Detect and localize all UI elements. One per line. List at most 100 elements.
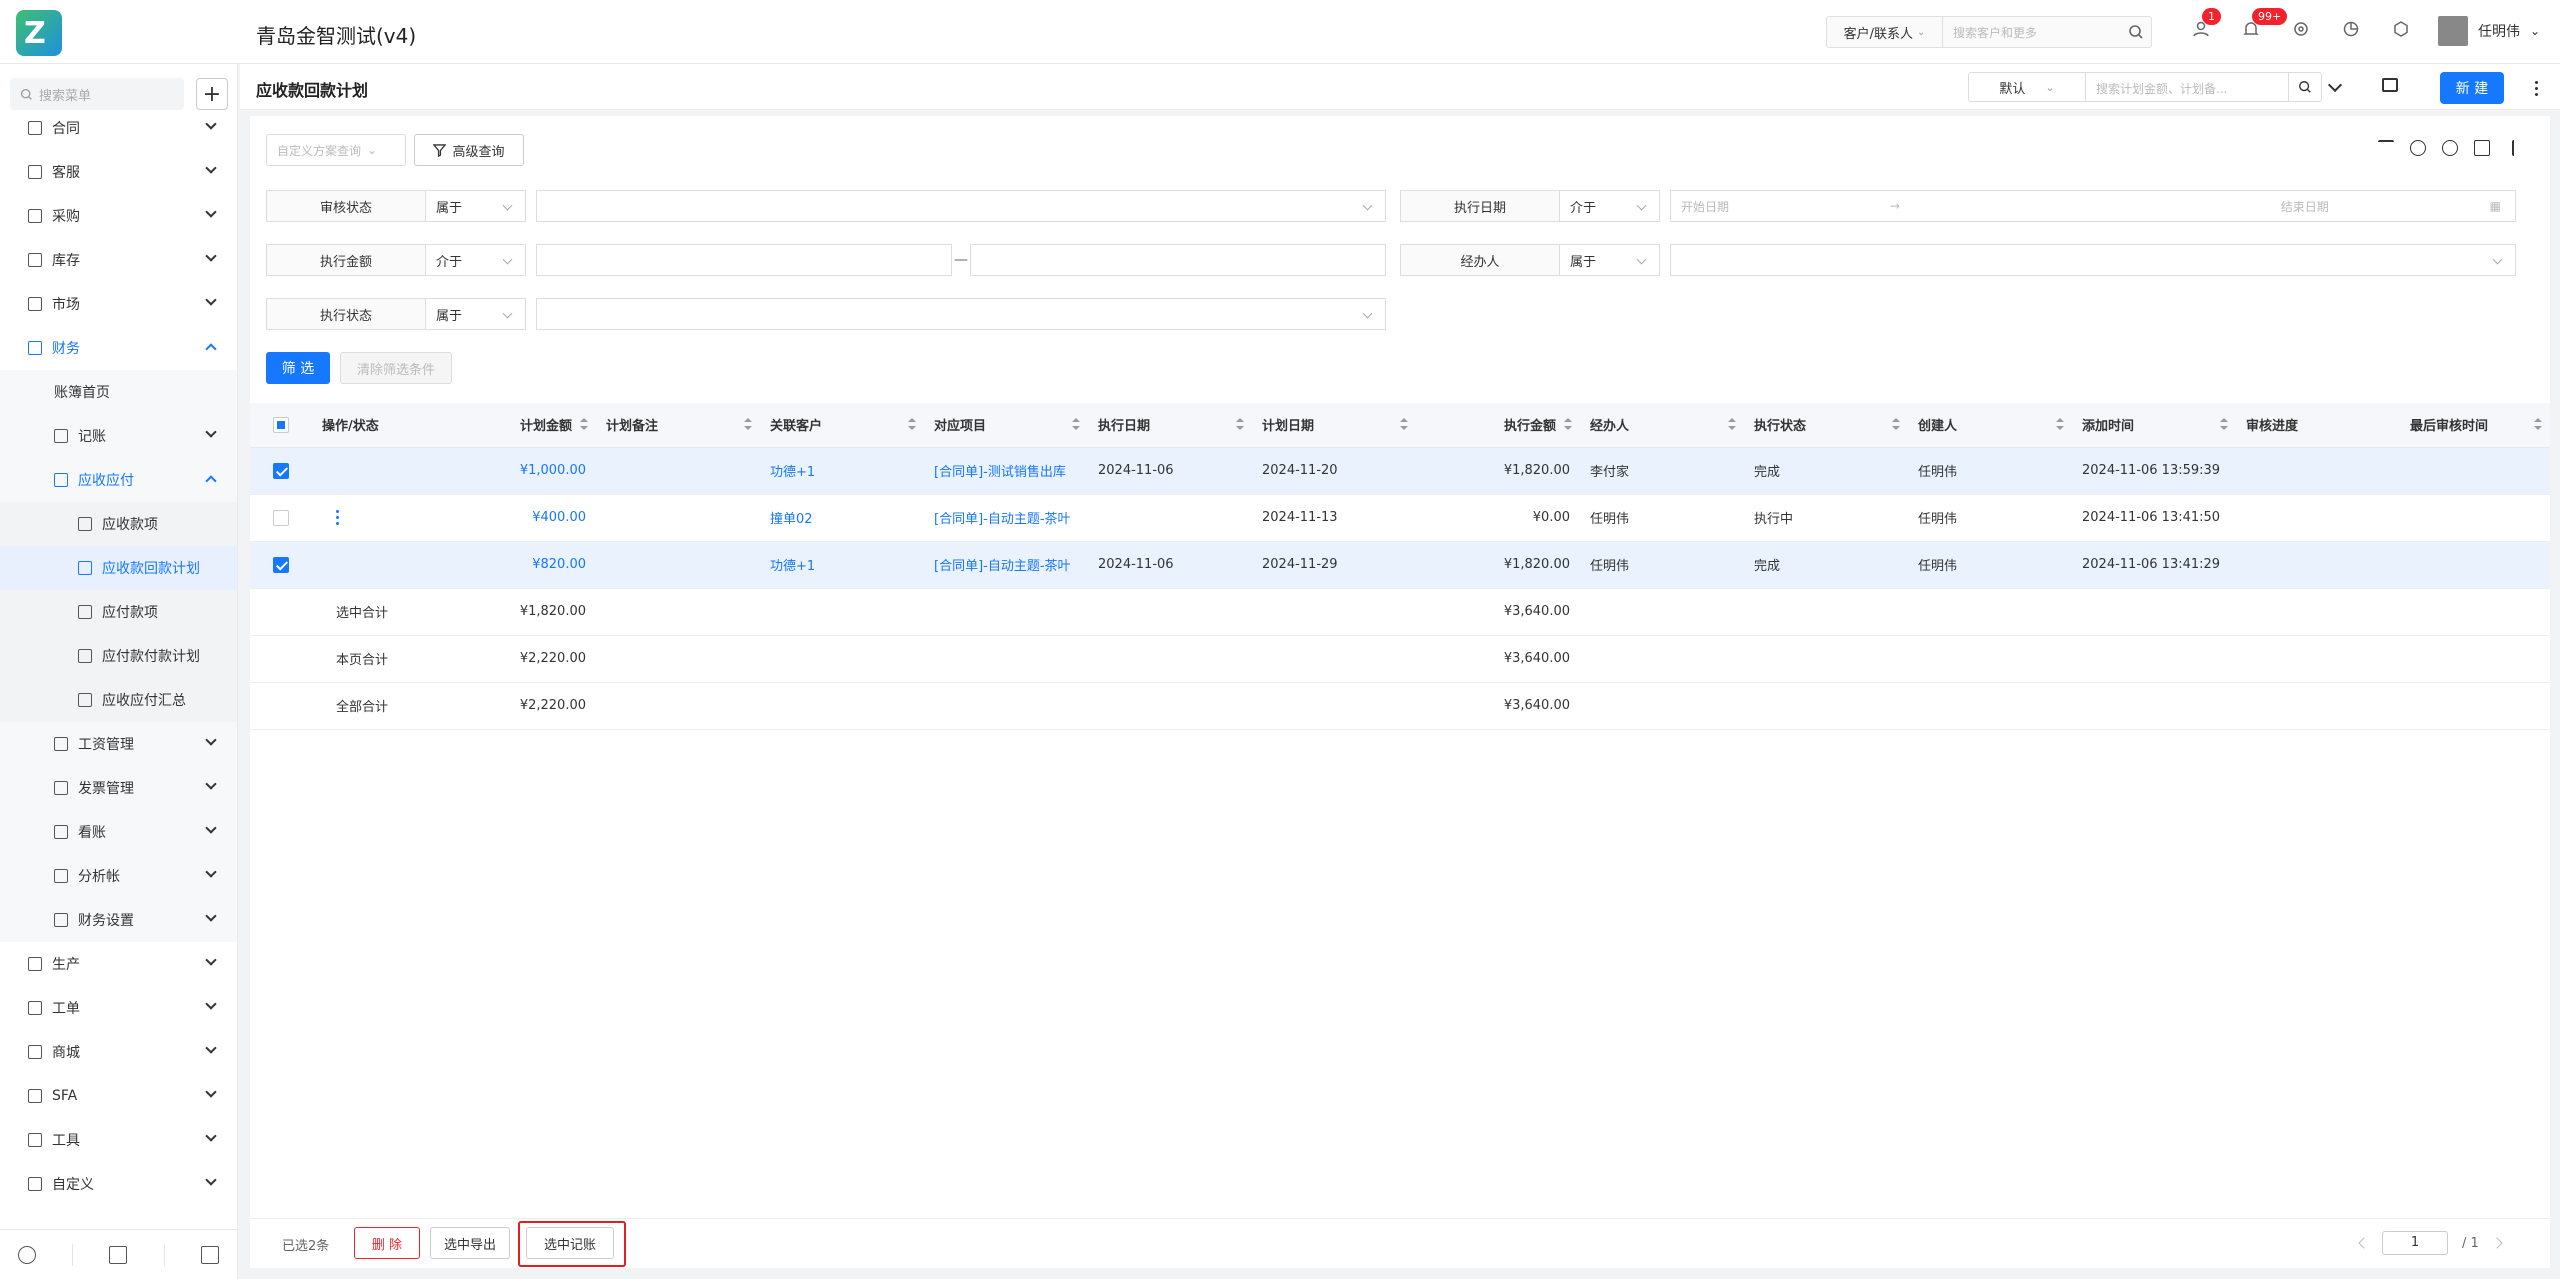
view-select[interactable]: 默认 ⌄ bbox=[1968, 72, 2086, 102]
col-header[interactable]: 执行日期 bbox=[1088, 403, 1252, 448]
contacts-icon[interactable]: 1 bbox=[2190, 8, 2221, 40]
sort-icon[interactable] bbox=[1892, 418, 1900, 432]
chevron-icon[interactable] bbox=[205, 998, 217, 1010]
cell-amount[interactable]: ¥400.00 bbox=[432, 494, 596, 542]
col-header[interactable]: 执行状态 bbox=[1744, 403, 1908, 448]
chevron-icon[interactable] bbox=[205, 910, 217, 922]
row-checkbox[interactable] bbox=[250, 447, 312, 495]
sort-icon[interactable] bbox=[2534, 418, 2542, 432]
chevron-icon[interactable] bbox=[205, 778, 217, 790]
delete-button[interactable]: 删 除 bbox=[354, 1227, 420, 1259]
select-all-checkbox[interactable] bbox=[250, 403, 312, 448]
start-date-input[interactable]: 开始日期 bbox=[1681, 198, 1729, 215]
sidebar-item-1[interactable]: 客服 bbox=[0, 150, 237, 194]
fullscreen-icon[interactable] bbox=[2474, 140, 2490, 156]
sidebar-item-20[interactable]: 工单 bbox=[0, 986, 237, 1030]
chevron-icon[interactable] bbox=[205, 1042, 217, 1054]
collapse-menu-icon[interactable] bbox=[200, 1245, 219, 1264]
col-header[interactable]: 执行金额 bbox=[1416, 403, 1580, 448]
row-actions[interactable] bbox=[312, 494, 432, 542]
sort-icon[interactable] bbox=[1072, 418, 1080, 432]
row-height-icon[interactable] bbox=[2512, 140, 2516, 156]
table-row[interactable]: ¥1,000.00 功德+1 [合同单]-测试销售出库 2024-11-06 2024-… bbox=[250, 447, 2550, 495]
sort-icon[interactable] bbox=[580, 418, 588, 432]
cell-project[interactable]: [合同单]-自动主题-茶叶 bbox=[924, 494, 1088, 542]
sidebar-item-7[interactable]: 记账 bbox=[0, 414, 237, 458]
col-header[interactable]: 关联客户 bbox=[760, 403, 924, 448]
sort-icon[interactable] bbox=[908, 418, 916, 432]
chevron-icon[interactable] bbox=[205, 1086, 217, 1098]
sidebar-item-23[interactable]: 工具 bbox=[0, 1118, 237, 1162]
row-actions[interactable] bbox=[312, 541, 432, 589]
page-input[interactable]: 1 bbox=[2382, 1231, 2448, 1255]
col-header[interactable]: 经办人 bbox=[1580, 403, 1744, 448]
sidebar-item-22[interactable]: SFA bbox=[0, 1074, 237, 1118]
prev-page-icon[interactable] bbox=[2358, 1237, 2370, 1249]
col-header[interactable]: 计划金额 bbox=[432, 403, 596, 448]
gear-icon[interactable] bbox=[2442, 140, 2458, 156]
sort-icon[interactable] bbox=[2220, 418, 2228, 432]
sidebar-item-12[interactable]: 应付款付款计划 bbox=[0, 634, 237, 678]
chevron-icon[interactable] bbox=[205, 162, 217, 174]
new-button[interactable]: 新 建 bbox=[2440, 72, 2504, 104]
chart-icon[interactable] bbox=[2340, 18, 2362, 40]
gear-icon[interactable] bbox=[2290, 18, 2312, 40]
sidebar-item-19[interactable]: 生产 bbox=[0, 942, 237, 986]
sidebar-item-14[interactable]: 工资管理 bbox=[0, 722, 237, 766]
avatar[interactable] bbox=[2438, 16, 2468, 46]
col-header[interactable]: 添加时间 bbox=[2072, 403, 2236, 448]
search-scope-select[interactable]: 客户/联系人 ⌄ bbox=[1827, 17, 1943, 47]
col-header[interactable]: 最后审核时间 bbox=[2400, 403, 2550, 448]
filter-value-select[interactable] bbox=[536, 298, 1386, 330]
col-header[interactable]: 计划日期 bbox=[1252, 403, 1416, 448]
filter-settings-icon[interactable] bbox=[109, 1245, 128, 1264]
search-icon[interactable] bbox=[2121, 24, 2151, 40]
cell-amount[interactable]: ¥1,000.00 bbox=[432, 447, 596, 495]
sidebar-item-11[interactable]: 应付款项 bbox=[0, 590, 237, 634]
sort-icon[interactable] bbox=[1564, 418, 1572, 432]
filter-operator-select[interactable]: 介于 bbox=[1560, 190, 1660, 222]
sidebar-item-18[interactable]: 财务设置 bbox=[0, 898, 237, 942]
collapse-icon[interactable] bbox=[2378, 140, 2394, 156]
sidebar-item-0[interactable]: 合同 bbox=[0, 106, 237, 150]
chevron-icon[interactable] bbox=[205, 475, 217, 487]
min-amount-input[interactable] bbox=[536, 244, 952, 276]
global-search-input[interactable]: 搜索客户和更多 bbox=[1943, 24, 2121, 41]
filter-value-select[interactable] bbox=[1670, 244, 2516, 276]
row-actions[interactable] bbox=[312, 447, 432, 495]
monitor-icon[interactable] bbox=[2382, 78, 2398, 92]
advanced-query-button[interactable]: 高级查询 bbox=[414, 134, 524, 166]
chevron-icon[interactable] bbox=[205, 734, 217, 746]
row-checkbox[interactable] bbox=[250, 541, 312, 589]
chevron-icon[interactable] bbox=[205, 1130, 217, 1142]
refresh-icon[interactable] bbox=[2410, 140, 2426, 156]
chevron-icon[interactable] bbox=[205, 822, 217, 834]
sidebar-item-8[interactable]: 应收应付 bbox=[0, 458, 237, 502]
cell-project[interactable]: [合同单]-自动主题-茶叶 bbox=[924, 541, 1088, 589]
chevron-icon[interactable] bbox=[205, 294, 217, 306]
chevron-icon[interactable] bbox=[205, 954, 217, 966]
custom-plan-select[interactable]: 自定义方案查询 ⌄ bbox=[266, 134, 406, 166]
table-row[interactable]: ¥400.00 撞单02 [合同单]-自动主题-茶叶 2024-11-13 ¥0.00 任… bbox=[250, 494, 2550, 542]
app-logo[interactable]: Z bbox=[16, 10, 62, 56]
sidebar-item-16[interactable]: 看账 bbox=[0, 810, 237, 854]
more-icon[interactable] bbox=[2524, 76, 2548, 100]
cell-customer[interactable]: 功德+1 bbox=[760, 447, 924, 495]
filter-value-select[interactable] bbox=[536, 190, 1386, 222]
sidebar-item-24[interactable]: 自定义 bbox=[0, 1162, 237, 1206]
filter-operator-select[interactable]: 介于 bbox=[426, 244, 526, 276]
chevron-icon[interactable] bbox=[205, 343, 217, 355]
more-actions-icon[interactable] bbox=[336, 510, 339, 525]
cell-customer[interactable]: 功德+1 bbox=[760, 541, 924, 589]
clear-filters-button[interactable]: 清除筛选条件 bbox=[340, 352, 452, 384]
filter-operator-select[interactable]: 属于 bbox=[426, 298, 526, 330]
chevron-down-icon[interactable] bbox=[2327, 77, 2343, 93]
sidebar-item-13[interactable]: 应收应付汇总 bbox=[0, 678, 237, 722]
sort-icon[interactable] bbox=[1400, 418, 1408, 432]
sidebar-item-5[interactable]: 财务 bbox=[0, 326, 237, 370]
col-header[interactable]: 创建人 bbox=[1908, 403, 2072, 448]
next-page-icon[interactable] bbox=[2491, 1237, 2503, 1249]
sort-icon[interactable] bbox=[1236, 418, 1244, 432]
sidebar-item-21[interactable]: 商城 bbox=[0, 1030, 237, 1074]
filter-operator-select[interactable]: 属于 bbox=[1560, 244, 1660, 276]
